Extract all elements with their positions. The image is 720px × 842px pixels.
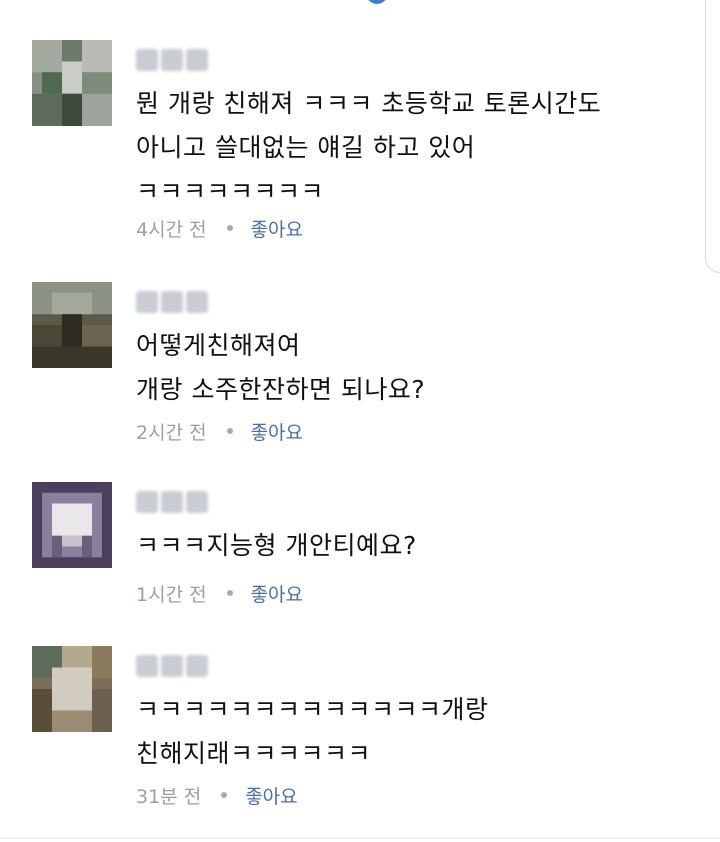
- author-name-redacted[interactable]: [136, 46, 208, 74]
- comment-time: 4시간 전: [136, 218, 207, 241]
- comment-time: 1시간 전: [136, 583, 207, 606]
- comment-item: ㅋㅋㅋ지능형 개안티예요? 1시간 전 좋아요: [32, 482, 700, 612]
- separator-dot: [226, 590, 233, 596]
- comment-item: 뭔 개랑 친해져 ㅋㅋㅋ 초등학교 토론시간도 아니고 쓸대없는 얘길 하고 있…: [32, 40, 700, 250]
- separator-dot: [221, 792, 228, 798]
- avatar[interactable]: [32, 482, 112, 568]
- comment-meta: 1시간 전 좋아요: [136, 578, 303, 608]
- scrollbar[interactable]: [705, 0, 720, 273]
- avatar-image: [32, 482, 112, 568]
- author-name-redacted[interactable]: [136, 288, 208, 316]
- avatar-image: [32, 282, 112, 368]
- separator-dot: [226, 428, 233, 434]
- comment-time: 31분 전: [136, 785, 202, 808]
- like-button[interactable]: 좋아요: [251, 418, 303, 445]
- avatar[interactable]: [32, 282, 112, 368]
- author-name-redacted[interactable]: [136, 488, 208, 516]
- comment-meta: 2시간 전 좋아요: [136, 416, 303, 446]
- avatar-image: [32, 646, 112, 732]
- avatar[interactable]: [32, 646, 112, 732]
- bottom-divider: [0, 838, 720, 839]
- author-name-redacted[interactable]: [136, 652, 208, 680]
- comment-meta: 4시간 전 좋아요: [136, 213, 303, 243]
- comment-item: 어떻게친해져여 개랑 소주한잔하면 되나요? 2시간 전 좋아요: [32, 282, 700, 452]
- separator-dot: [226, 225, 233, 231]
- avatar-image: [32, 40, 112, 126]
- like-button[interactable]: 좋아요: [251, 215, 303, 242]
- comment-text: 뭔 개랑 친해져 ㅋㅋㅋ 초등학교 토론시간도 아니고 쓸대없는 얘길 하고 있…: [136, 89, 602, 206]
- like-button[interactable]: 좋아요: [251, 580, 303, 607]
- comment-text: ㅋㅋㅋㅋㅋㅋㅋㅋㅋㅋㅋㅋㅋ개랑 친해지래ㅋㅋㅋㅋㅋㅋ: [136, 695, 489, 768]
- comment-time: 2시간 전: [136, 421, 207, 444]
- like-button[interactable]: 좋아요: [245, 782, 297, 809]
- loading-indicator: [366, 0, 388, 4]
- comment-item: ㅋㅋㅋㅋㅋㅋㅋㅋㅋㅋㅋㅋㅋ개랑 친해지래ㅋㅋㅋㅋㅋㅋ 31분 전 좋아요: [32, 646, 700, 826]
- comment-text: ㅋㅋㅋ지능형 개안티예요?: [136, 531, 417, 560]
- comment-text: 어떻게친해져여 개랑 소주한잔하면 되나요?: [136, 331, 426, 404]
- comment-meta: 31분 전 좋아요: [136, 780, 298, 810]
- avatar[interactable]: [32, 40, 112, 126]
